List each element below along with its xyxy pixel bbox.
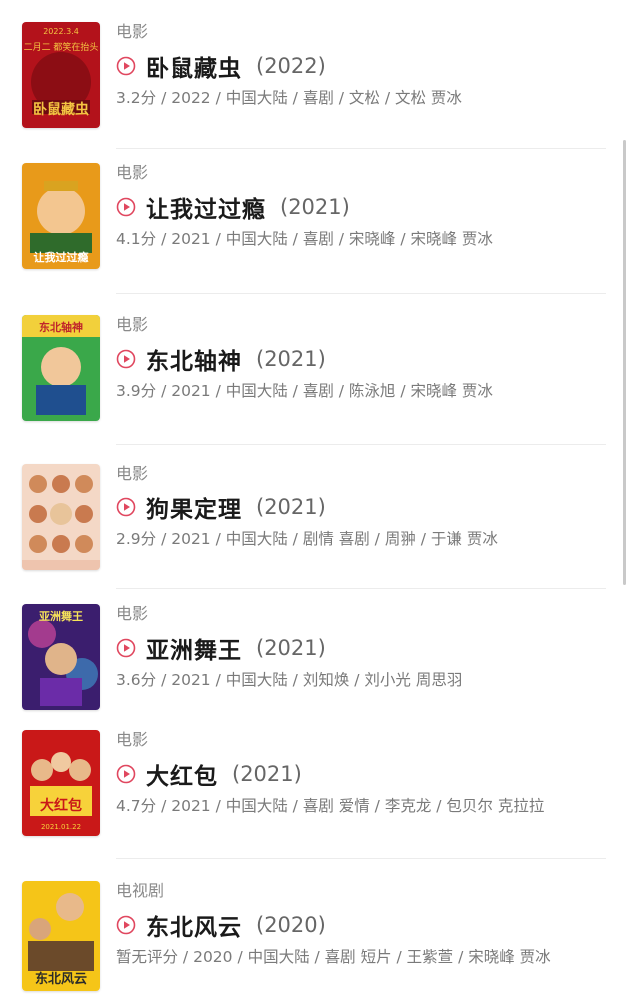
movie-year: (2021): [256, 636, 326, 660]
movie-year: (2021): [256, 347, 326, 371]
movie-meta: 4.7分 / 2021 / 中国大陆 / 喜剧 爱情 / 李克龙 / 包贝尔 克…: [116, 797, 545, 815]
play-icon[interactable]: [116, 497, 136, 517]
movie-year: (2021): [232, 762, 302, 786]
movie-meta: 4.1分 / 2021 / 中国大陆 / 喜剧 / 宋晓峰 / 宋晓峰 贾冰: [116, 230, 493, 248]
divider: [116, 858, 606, 859]
movie-meta: 2.9分 / 2021 / 中国大陆 / 剧情 喜剧 / 周翀 / 于谦 贾冰: [116, 530, 498, 548]
poster-image[interactable]: 东北轴神: [22, 315, 100, 421]
category-label: 电影: [116, 163, 149, 182]
title-row[interactable]: 狗果定理 (2021): [116, 490, 326, 524]
poster-image[interactable]: 大红包 2021.01.22: [22, 730, 100, 836]
movie-title[interactable]: 东北轴神: [146, 342, 242, 376]
poster-title-text: 亚洲舞王: [39, 609, 83, 623]
movie-meta: 3.6分 / 2021 / 中国大陆 / 刘知焕 / 刘小光 周思羽: [116, 671, 463, 689]
movie-meta: 3.2分 / 2022 / 中国大陆 / 喜剧 / 文松 / 文松 贾冰: [116, 89, 462, 107]
poster-date-text: 2021.01.22: [41, 823, 81, 831]
category-label: 电视剧: [116, 881, 165, 900]
movie-title[interactable]: 东北风云: [146, 908, 242, 942]
poster-image[interactable]: 东北风云: [22, 881, 100, 991]
play-icon[interactable]: [116, 915, 136, 935]
divider: [116, 293, 606, 294]
movie-year: (2021): [280, 195, 350, 219]
movie-title[interactable]: 大红包: [146, 757, 218, 791]
poster-title-text: 卧鼠藏虫: [33, 101, 89, 118]
category-label: 电影: [116, 315, 149, 334]
play-icon[interactable]: [116, 197, 136, 217]
title-row[interactable]: 让我过过瘾 (2021): [116, 190, 350, 224]
movie-meta: 3.9分 / 2021 / 中国大陆 / 喜剧 / 陈泳旭 / 宋晓峰 贾冰: [116, 382, 493, 400]
title-row[interactable]: 东北风云 (2020): [116, 908, 326, 942]
movie-year: (2020): [256, 913, 326, 937]
category-label: 电影: [116, 464, 149, 483]
movie-year: (2022): [256, 54, 326, 78]
movie-title[interactable]: 亚洲舞王: [146, 631, 242, 665]
play-icon[interactable]: [116, 764, 136, 784]
category-label: 电影: [116, 730, 149, 749]
category-label: 电影: [116, 604, 149, 623]
movie-title[interactable]: 卧鼠藏虫: [146, 49, 242, 83]
movie-title[interactable]: 狗果定理: [146, 490, 242, 524]
title-row[interactable]: 大红包 (2021): [116, 757, 302, 791]
play-icon[interactable]: [116, 638, 136, 658]
title-row[interactable]: 东北轴神 (2021): [116, 342, 326, 376]
title-row[interactable]: 亚洲舞王 (2021): [116, 631, 326, 665]
divider: [116, 588, 606, 589]
poster-subtitle-text: 二月二 都笑在抬头: [24, 41, 99, 53]
poster-title-text: 东北风云: [35, 971, 87, 987]
poster-image[interactable]: [22, 464, 100, 570]
scrollbar[interactable]: [623, 140, 626, 585]
divider: [116, 148, 606, 149]
movie-meta: 暂无评分 / 2020 / 中国大陆 / 喜剧 短片 / 王紫萱 / 宋晓峰 贾…: [116, 948, 551, 966]
movie-year: (2021): [256, 495, 326, 519]
poster-date-text: 2022.3.4: [43, 27, 79, 36]
poster-title-text: 让我过过瘾: [34, 250, 89, 264]
category-label: 电影: [116, 22, 149, 41]
play-icon[interactable]: [116, 349, 136, 369]
poster-image[interactable]: 让我过过瘾: [22, 163, 100, 269]
play-icon[interactable]: [116, 56, 136, 76]
title-row[interactable]: 卧鼠藏虫 (2022): [116, 49, 326, 83]
movie-title[interactable]: 让我过过瘾: [146, 190, 266, 224]
poster-title-text: 大红包: [40, 797, 82, 814]
poster-image[interactable]: 亚洲舞王: [22, 604, 100, 710]
poster-title-text: 东北轴神: [39, 320, 83, 334]
divider: [116, 444, 606, 445]
poster-image[interactable]: 2022.3.4 二月二 都笑在抬头 卧鼠藏虫: [22, 22, 100, 128]
